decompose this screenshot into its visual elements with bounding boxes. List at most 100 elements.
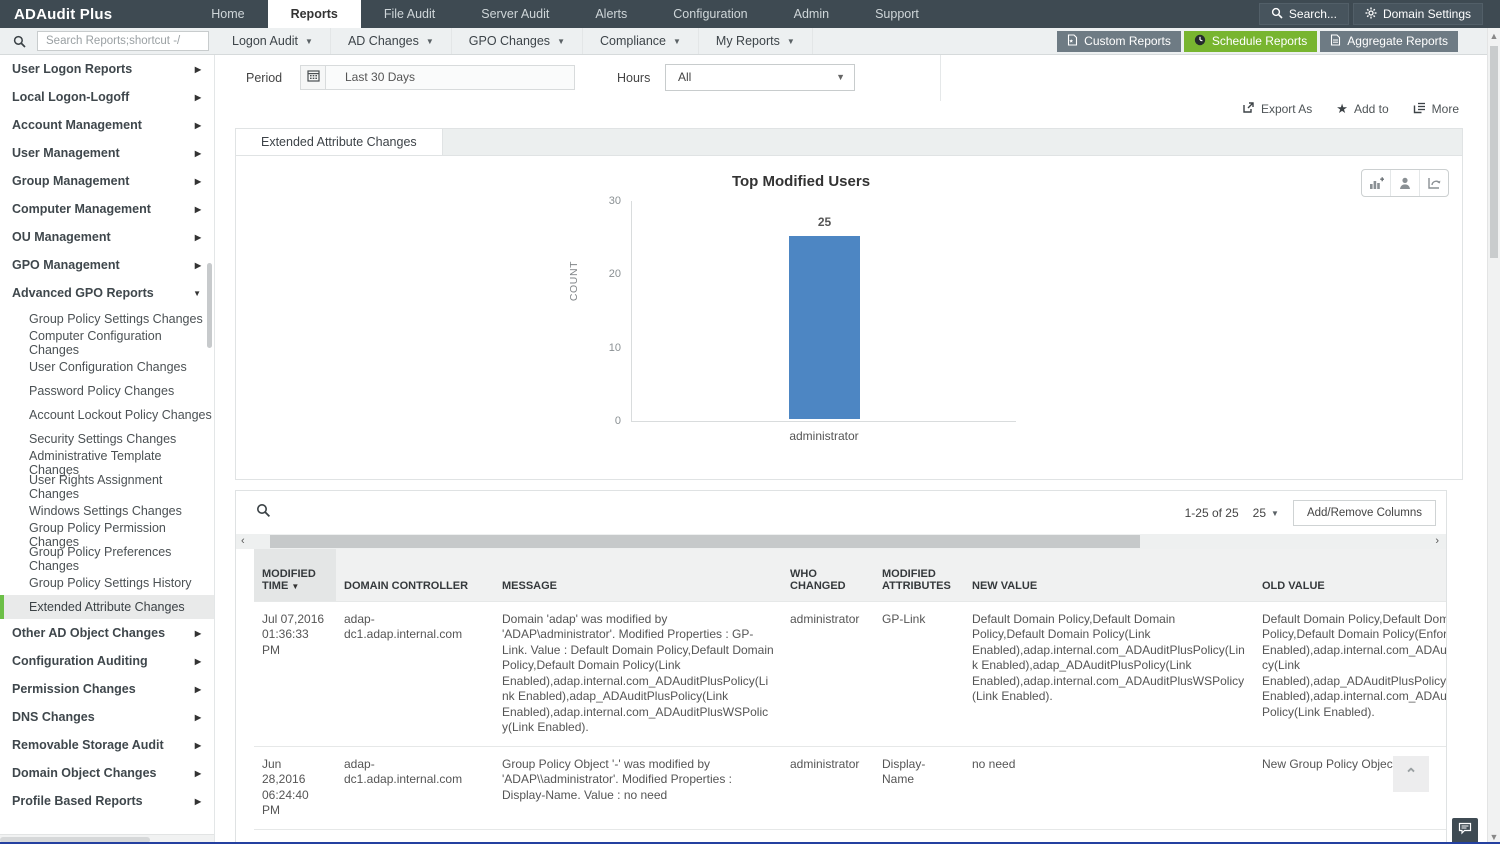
sidebar-report-link[interactable]: Group Policy Settings History (0, 571, 214, 595)
nav-item[interactable]: Server Audit (458, 0, 572, 28)
nav-item[interactable]: Home (188, 0, 267, 28)
page-size-dropdown[interactable]: 25 ▼ (1253, 506, 1279, 520)
global-search-button[interactable]: Search... (1258, 3, 1349, 25)
scroll-down-icon[interactable]: ▼ (1488, 832, 1500, 842)
nav-item[interactable]: Support (852, 0, 942, 28)
column-header[interactable]: MODIFIED ATTRIBUTES ▼ (874, 549, 964, 601)
sidebar-group-advanced-gpo-reports[interactable]: Advanced GPO Reports ▼ (0, 279, 214, 307)
nav-item[interactable]: File Audit (361, 0, 458, 28)
table-body: Jul 07,2016 01:36:33 PM adap-dc1.adap.in… (254, 600, 1446, 844)
chevron-right-icon: ▶ (194, 740, 201, 750)
calendar-button[interactable] (300, 65, 326, 90)
chevron-right-icon: ▶ (194, 260, 201, 270)
sidebar-report-link[interactable]: Computer Configuration Changes (0, 329, 214, 357)
sidebar-group[interactable]: Removable Storage Audit ▶ (0, 731, 214, 759)
report-menu-dropdown[interactable]: Compliance ▼ (583, 28, 699, 54)
chevron-down-icon: ▼ (425, 36, 434, 46)
user-chart-button[interactable] (1391, 170, 1420, 196)
sidebar-group[interactable]: Other AD Object Changes ▶ (0, 619, 214, 647)
sidebar-report-link[interactable]: Password Policy Changes (0, 379, 214, 403)
more-button[interactable]: More (1413, 102, 1459, 117)
hours-select[interactable]: All ▼ (665, 64, 855, 91)
sidebar-report-link[interactable]: Group Policy Settings Changes (0, 307, 214, 331)
pagination: 1-25 of 25 25 ▼ Add/Remove Columns (1185, 500, 1436, 526)
calendar-icon (306, 69, 320, 87)
feedback-bubble-icon (1458, 822, 1472, 840)
chevron-down-icon: ▼ (836, 72, 845, 82)
export-as-button[interactable]: Export As (1242, 101, 1312, 117)
sidebar-report-link[interactable]: Security Settings Changes (0, 427, 214, 451)
column-header[interactable]: NEW VALUE ▼ (964, 549, 1254, 601)
nav-item[interactable]: Configuration (650, 0, 770, 28)
add-to-button[interactable]: ★ Add to (1336, 102, 1388, 116)
refresh-chart-button[interactable] (1420, 170, 1448, 196)
add-chart-button[interactable] (1362, 170, 1391, 196)
add-remove-columns-button[interactable]: Add/Remove Columns (1292, 500, 1436, 526)
sidebar-report-link[interactable]: User Configuration Changes (0, 355, 214, 379)
sidebar-scrollbar-thumb[interactable] (207, 263, 212, 348)
chart-bar[interactable] (789, 236, 860, 419)
report-menus: Logon Audit ▼ AD Changes ▼ GPO Changes ▼ Co… (215, 28, 813, 54)
column-header[interactable]: OLD VALUE ▼ (1254, 549, 1446, 601)
sidebar-report-link[interactable]: Group Policy Permission Changes (0, 521, 214, 549)
column-header[interactable]: MESSAGE ▼ (494, 549, 782, 601)
export-icon (1242, 101, 1255, 117)
table-row[interactable]: Jul 07,2016 01:36:33 PM adap-dc1.adap.in… (254, 600, 1446, 746)
sidebar-group[interactable]: Permission Changes ▶ (0, 675, 214, 703)
sidebar-group[interactable]: GPO Management ▶ (0, 251, 214, 279)
nav-item[interactable]: Alerts (572, 0, 650, 28)
cell-domain-controller: adap-dc1.adap.internal.com (336, 600, 494, 746)
sidebar-report-link[interactable]: Administrative Template Changes (0, 449, 214, 477)
tab-bar: Extended Attribute Changes (236, 129, 1462, 156)
sidebar-group[interactable]: Account Management ▶ (0, 111, 214, 139)
schedule-reports-button[interactable]: Schedule Reports (1183, 30, 1318, 52)
report-search-input[interactable] (37, 31, 209, 51)
page-scrollbar-thumb[interactable] (1490, 46, 1498, 258)
tab-extended-attribute-changes[interactable]: Extended Attribute Changes (236, 129, 443, 155)
sidebar-report-link[interactable]: Extended Attribute Changes (0, 595, 214, 619)
sidebar-group[interactable]: Group Management ▶ (0, 167, 214, 195)
nav-item[interactable]: Admin (771, 0, 852, 28)
sidebar-group[interactable]: Local Logon-Logoff ▶ (0, 83, 214, 111)
scroll-left-icon[interactable]: ‹ (241, 534, 245, 549)
feedback-button[interactable] (1452, 818, 1478, 844)
period-value-field[interactable]: Last 30 Days (325, 65, 575, 90)
nav-item[interactable]: Reports (267, 0, 361, 28)
report-menu-dropdown[interactable]: GPO Changes ▼ (452, 28, 583, 54)
y-tick: 10 (608, 341, 621, 354)
table-wrap: MODIFIED TIME ▼ DOMAIN CONTROLLER ▼ MESS… (236, 549, 1446, 844)
hscroll-thumb[interactable] (270, 535, 1140, 548)
column-header[interactable]: MODIFIED TIME ▼ (254, 549, 336, 601)
report-menu-dropdown[interactable]: AD Changes ▼ (331, 28, 452, 54)
chevron-down-icon: ▼ (673, 36, 681, 46)
chevron-right-icon: ▶ (194, 64, 201, 74)
sidebar-group[interactable]: OU Management ▶ (0, 223, 214, 251)
aggregate-reports-button[interactable]: Aggregate Reports (1320, 30, 1458, 52)
scroll-to-top-button[interactable]: ⌃ (1393, 756, 1429, 792)
sidebar-report-link[interactable]: User Rights Assignment Changes (0, 473, 214, 501)
sidebar-report-link[interactable]: Account Lockout Policy Changes (0, 403, 214, 427)
sidebar-group[interactable]: Domain Object Changes ▶ (0, 759, 214, 787)
column-header[interactable]: WHO CHANGED ▼ (782, 549, 874, 601)
report-menu-dropdown[interactable]: My Reports ▼ (699, 28, 813, 54)
aggregate-reports-icon (1330, 33, 1341, 49)
scroll-right-icon[interactable]: › (1435, 534, 1439, 549)
report-menu-dropdown[interactable]: Logon Audit ▼ (215, 28, 331, 54)
domain-settings-button[interactable]: Domain Settings (1352, 3, 1483, 25)
chart-toolbar (1361, 169, 1449, 197)
sidebar-group[interactable]: Computer Management ▶ (0, 195, 214, 223)
sidebar-group[interactable]: User Logon Reports ▶ (0, 55, 214, 83)
custom-reports-button[interactable]: Custom Reports (1057, 30, 1181, 52)
sidebar-report-link[interactable]: Group Policy Preferences Changes (0, 545, 214, 573)
sidebar-group[interactable]: DNS Changes ▶ (0, 703, 214, 731)
chart-bar-value: 25 (817, 215, 832, 229)
sidebar-report-link[interactable]: Windows Settings Changes (0, 499, 214, 523)
scroll-up-icon[interactable]: ▲ (1488, 31, 1500, 41)
table-row[interactable]: Jun 28,2016 06:24:40 PM adap-dc1.adap.in… (254, 745, 1446, 829)
sidebar-group[interactable]: Configuration Auditing ▶ (0, 647, 214, 675)
page-scrollbar: ▲ ▼ (1487, 28, 1500, 844)
sidebar-group[interactable]: User Management ▶ (0, 139, 214, 167)
sidebar-group[interactable]: Profile Based Reports ▶ (0, 787, 214, 815)
column-header[interactable]: DOMAIN CONTROLLER ▼ (336, 549, 494, 601)
table-search-icon[interactable] (256, 503, 271, 523)
